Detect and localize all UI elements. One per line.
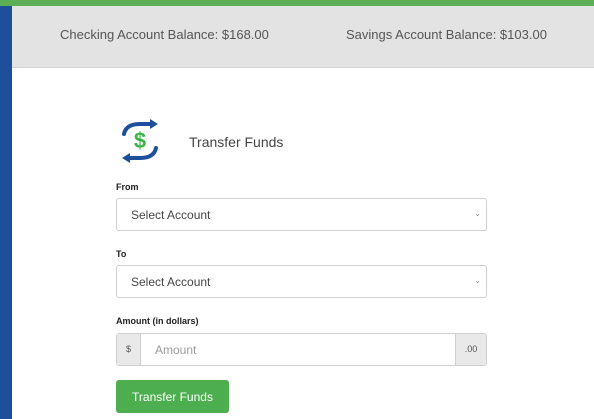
chevron-down-icon: ⌄ <box>474 276 481 285</box>
transfer-page: Checking Account Balance: $168.00 Saving… <box>12 6 594 419</box>
to-label: To <box>116 249 127 259</box>
dollar-prefix: $ <box>117 334 141 365</box>
from-account-select[interactable]: Select Account ⌄ <box>116 198 487 231</box>
svg-text:$: $ <box>134 128 146 153</box>
amount-input-group: $ Amount .00 <box>116 333 487 366</box>
transfer-money-icon: $ <box>122 119 158 163</box>
to-account-value: Select Account <box>131 275 211 289</box>
amount-input[interactable]: Amount <box>155 343 196 357</box>
transfer-funds-button[interactable]: Transfer Funds <box>116 380 229 413</box>
balance-header: Checking Account Balance: $168.00 Saving… <box>12 6 594 68</box>
from-label: From <box>116 182 139 192</box>
to-account-select[interactable]: Select Account ⌄ <box>116 265 487 298</box>
form-header: $ Transfer Funds <box>116 118 416 168</box>
savings-balance: Savings Account Balance: $103.00 <box>346 27 547 42</box>
amount-label: Amount (in dollars) <box>116 316 199 326</box>
checking-balance: Checking Account Balance: $168.00 <box>60 27 269 42</box>
chevron-down-icon: ⌄ <box>474 209 481 218</box>
form-title: Transfer Funds <box>189 134 284 150</box>
cents-suffix: .00 <box>455 334 486 365</box>
from-account-value: Select Account <box>131 208 211 222</box>
